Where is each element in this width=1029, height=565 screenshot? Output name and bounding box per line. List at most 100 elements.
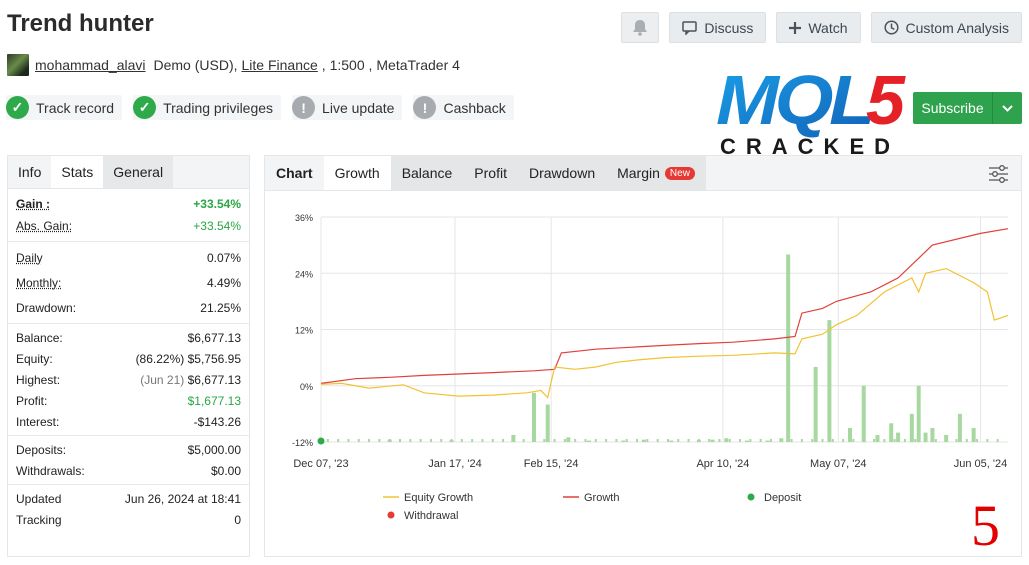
stat-value: 0: [234, 512, 241, 527]
baseline-bar: [450, 439, 453, 442]
stat-label: Highest:: [16, 372, 61, 387]
notifications-button[interactable]: [621, 12, 660, 43]
volume-bar: [765, 440, 770, 442]
baseline-bar: [574, 439, 577, 442]
volume-bar: [875, 434, 880, 442]
clock-icon: [883, 20, 899, 35]
badge-label: Track record: [36, 99, 115, 116]
stat-label: Tracking: [16, 512, 62, 527]
stat-monthly: Monthly: 4.49%: [16, 270, 241, 295]
baseline-bar: [873, 439, 876, 442]
stat-value: +33.54%: [193, 196, 241, 211]
warning-icon: !: [292, 96, 316, 119]
y-tick-label: -12%: [292, 438, 313, 448]
badge-trading-privileges: ✓ Trading privileges: [133, 95, 282, 120]
stat-value: $0.00: [210, 463, 241, 478]
avatar[interactable]: [7, 54, 29, 76]
baseline-bar: [934, 439, 937, 442]
tab-growth[interactable]: Growth: [323, 156, 391, 190]
baseline-bar: [759, 439, 762, 442]
volume-bar: [669, 440, 674, 442]
stat-withdrawals: Withdrawals: $0.00: [16, 460, 241, 481]
baseline-bar: [522, 439, 525, 442]
baseline-bar: [625, 439, 628, 442]
volume-bar: [641, 439, 646, 442]
x-tick-label: Jan 17, '24: [428, 458, 481, 470]
chevron-down-icon[interactable]: [992, 92, 1022, 124]
volume-bar: [916, 385, 921, 442]
baseline-bar: [388, 439, 391, 442]
chart-settings-button[interactable]: [988, 164, 1009, 189]
baseline-bar: [594, 439, 597, 442]
baseline-bar: [687, 439, 690, 442]
volume-bar: [586, 440, 591, 442]
tab-general[interactable]: General: [103, 156, 174, 188]
baseline-bar: [481, 439, 484, 442]
badge-live-update: ! Live update: [292, 95, 403, 120]
watch-button[interactable]: Watch: [776, 12, 861, 43]
badge-label: Cashback: [443, 99, 506, 116]
tab-stats[interactable]: Stats: [51, 156, 104, 188]
volume-bar: [847, 427, 852, 442]
stat-label: Updated: [16, 491, 62, 506]
mql5-cracked-logo: MQL 5 CRACKED: [716, 61, 908, 159]
chart-label: Chart: [276, 165, 313, 181]
tab-profit[interactable]: Profit: [463, 156, 518, 190]
tab-drawdown[interactable]: Drawdown: [517, 156, 607, 190]
baseline-bar: [368, 439, 371, 442]
equity-growth-line: [320, 267, 1009, 399]
logo-mql: MQL: [716, 64, 871, 139]
volume-bar: [566, 437, 571, 442]
subscribe-label: Subscribe: [921, 100, 984, 116]
stat-tracking: Tracking 0: [16, 509, 241, 530]
subscribe-button[interactable]: Subscribe: [913, 92, 1022, 124]
growth-chart: 36% 24% 12% 0% -12% Dec 07, '23 Jan 17, '24 Feb…: [292, 213, 1009, 522]
baseline-bar: [996, 439, 999, 442]
author-link[interactable]: mohammad_alavi: [35, 57, 146, 73]
tab-margin-label: Margin: [617, 165, 660, 181]
baseline-bar: [790, 439, 793, 442]
x-tick-label: May 07, '24: [810, 458, 867, 470]
baseline-bar: [326, 439, 329, 442]
baseline-bar: [955, 439, 958, 442]
tab-balance[interactable]: Balance: [390, 156, 464, 190]
discuss-button[interactable]: Discuss: [669, 12, 767, 43]
stat-highest: Highest: (Jun 21) $6,677.13: [16, 369, 241, 390]
watermark-number: 5: [971, 493, 1000, 558]
stat-value: +33.54%: [193, 219, 241, 233]
volume-bar: [971, 427, 976, 442]
baseline-bar: [347, 439, 350, 442]
baseline-bar: [903, 439, 906, 442]
baseline-bar: [471, 439, 474, 442]
platform: MetaTrader 4: [376, 57, 460, 73]
tab-info[interactable]: Info: [8, 156, 51, 188]
legend-withdrawal-label: Withdrawal: [404, 510, 458, 522]
stat-value: Jun 26, 2024 at 18:41: [124, 491, 241, 506]
stat-abs-gain: Abs. Gain: +33.54%: [16, 214, 241, 238]
baseline-bar: [605, 439, 608, 442]
custom-analysis-button[interactable]: Custom Analysis: [870, 12, 1022, 43]
baseline-bar: [584, 439, 587, 442]
baseline-bar: [976, 439, 979, 442]
volume-bar: [827, 320, 832, 442]
stat-value: $6,677.13: [187, 372, 241, 387]
sliders-icon: [988, 165, 1009, 188]
plus-icon: [789, 21, 802, 34]
baseline-bar: [636, 439, 639, 442]
broker-link[interactable]: Lite Finance: [242, 57, 318, 73]
tab-margin[interactable]: Margin New: [606, 156, 706, 190]
stat-value: $5,000.00: [187, 442, 241, 457]
baseline-bar: [924, 439, 927, 442]
y-tick-label: 0%: [300, 382, 313, 392]
baseline-bar: [615, 439, 618, 442]
legend-equity-label: Equity Growth: [404, 492, 473, 504]
page-title: Trend hunter: [7, 10, 154, 37]
volume-bar: [930, 427, 935, 442]
baseline-bar: [780, 439, 783, 442]
leverage: , 1:500 ,: [321, 57, 373, 73]
volume-bar: [621, 440, 626, 442]
baseline-bar: [800, 439, 803, 442]
baseline-bar: [512, 439, 515, 442]
account-info: mohammad_alavi Demo (USD), Lite Finance …: [7, 54, 460, 76]
y-tick-label: 12%: [295, 326, 313, 336]
